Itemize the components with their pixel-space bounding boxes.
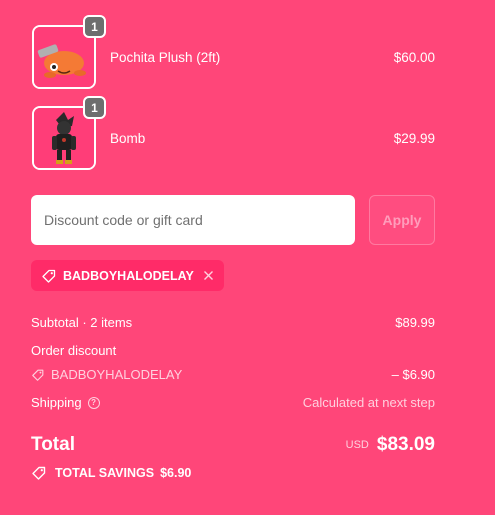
product-price: $29.99	[393, 130, 435, 146]
discount-form: Apply	[31, 195, 435, 245]
remove-code-icon[interactable]	[203, 270, 214, 281]
total-amount: $83.09	[376, 434, 435, 455]
apply-discount-button[interactable]: Apply	[369, 195, 435, 245]
currency-code: USD	[345, 439, 369, 451]
shipping-value: Calculated at next step	[302, 395, 435, 410]
line-item-pochita: 1 Pochita Plush (2ft) $60.00	[32, 15, 435, 89]
product-thumbnail: 1	[32, 96, 106, 170]
subtotal-row: Subtotal · 2 items $89.99	[31, 315, 435, 330]
tag-icon	[32, 466, 46, 480]
discount-code-label: BADBOYHALODELAY	[31, 367, 182, 382]
order-discount-label: Order discount	[31, 343, 117, 358]
discount-value: – $6.90	[391, 367, 435, 382]
savings-label: TOTAL SAVINGS	[55, 466, 155, 480]
quantity-badge: 1	[83, 96, 106, 119]
product-thumbnail: 1	[32, 15, 106, 89]
applied-discount-chip: BADBOYHALODELAY	[31, 260, 224, 291]
subtotal-value: $89.99	[395, 315, 435, 330]
shipping-row: Shipping ? Calculated at next step	[31, 395, 435, 410]
total-amount-group: USD $83.09	[346, 434, 435, 456]
product-name: Bomb	[110, 130, 146, 146]
shipping-label: Shipping	[31, 395, 82, 410]
tag-icon	[42, 269, 56, 283]
applied-code-text: BADBOYHALODELAY	[63, 268, 194, 283]
total-row: Total USD $83.09	[31, 434, 435, 456]
quantity-badge: 1	[83, 15, 106, 38]
tag-icon	[32, 369, 44, 381]
product-price: $60.00	[393, 49, 435, 65]
discount-code-text: BADBOYHALODELAY	[51, 367, 183, 382]
total-savings-row: TOTAL SAVINGS $6.90	[31, 465, 435, 481]
discount-code-input[interactable]	[31, 195, 355, 245]
savings-value: $6.90	[160, 466, 192, 480]
discount-code-row: BADBOYHALODELAY – $6.90	[31, 367, 435, 382]
shipping-label-group: Shipping ?	[31, 395, 100, 410]
subtotal-label: Subtotal · 2 items	[31, 315, 133, 330]
order-discount-row: Order discount	[31, 343, 435, 358]
product-name: Pochita Plush (2ft)	[110, 49, 221, 65]
total-label: Total	[31, 434, 75, 455]
line-item-bomb: 1 Bomb $29.99	[32, 96, 435, 170]
help-icon[interactable]: ?	[87, 396, 100, 409]
